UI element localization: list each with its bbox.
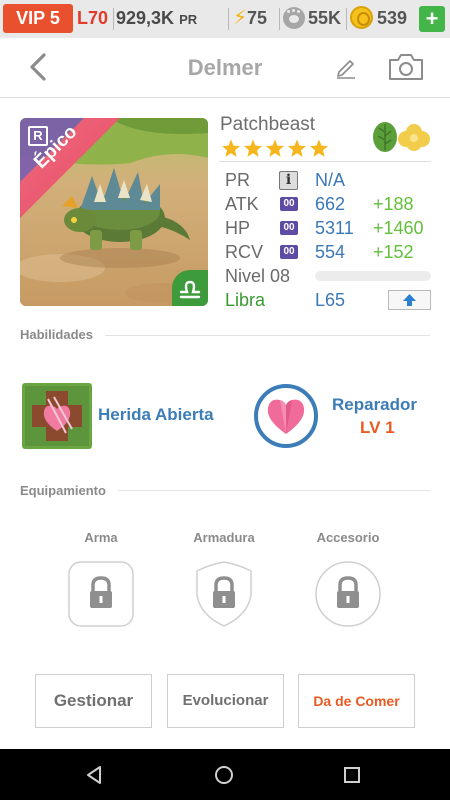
cloud-icon: [398, 124, 430, 151]
level-progress-bar: [315, 271, 431, 281]
armor-slot[interactable]: [191, 561, 257, 627]
equipment-section-title: Equipamiento: [20, 483, 106, 498]
leaf-icon: [373, 122, 397, 152]
page-header: Delmer: [0, 38, 450, 98]
coin-display[interactable]: 539: [350, 4, 407, 33]
paw-icon: [283, 7, 305, 29]
passive-skill-name[interactable]: Reparador: [332, 395, 417, 415]
creature-species: Patchbeast: [220, 114, 316, 135]
zodiac-label: Libra: [225, 290, 266, 310]
feed-button[interactable]: Da de Comer: [298, 674, 415, 728]
divider: [279, 8, 280, 30]
stat-pr-label: PR: [225, 170, 251, 190]
energy-value: 75: [247, 8, 268, 28]
back-triangle-icon[interactable]: [84, 764, 106, 786]
passive-skill-icon[interactable]: [254, 384, 318, 448]
creature-portrait[interactable]: R Épico: [20, 118, 208, 306]
evolve-button[interactable]: Evolucionar: [167, 674, 284, 728]
star-icon: [288, 139, 306, 157]
heart-icon: [267, 399, 305, 434]
active-skill-name[interactable]: Herida Abierta: [98, 405, 214, 425]
divider: [228, 8, 229, 30]
wound-icon: [22, 383, 92, 449]
rarity-badge-label: R: [33, 128, 43, 143]
libra-icon: [172, 270, 208, 306]
passive-skill-level: LV 1: [360, 418, 395, 437]
player-level: L70: [77, 8, 109, 28]
coin-value: 539: [377, 8, 408, 28]
food-display[interactable]: 55K: [283, 4, 341, 33]
zodiac-level: L65: [315, 290, 346, 310]
divider: [113, 8, 114, 30]
stat-atk-bonus: +188: [373, 194, 414, 214]
star-icon: [244, 139, 262, 157]
manage-button[interactable]: Gestionar: [35, 674, 152, 728]
energy-display[interactable]: ⚡75: [233, 4, 267, 33]
accessory-slot-label: Accesorio: [316, 530, 380, 545]
stat-pr-value: N/A: [315, 170, 346, 190]
star-icon: [310, 139, 328, 157]
divider: [104, 335, 430, 336]
stat-atk-value: 662: [315, 194, 346, 214]
level-label: Nivel 08: [225, 266, 291, 286]
weapon-slot[interactable]: [68, 561, 134, 627]
lightning-icon: ⚡: [233, 7, 248, 29]
home-circle-icon[interactable]: [213, 764, 235, 786]
element-icons: [373, 122, 430, 152]
chevron-left-icon[interactable]: [27, 52, 49, 82]
page-title[interactable]: Delmer: [0, 38, 450, 98]
divider: [219, 161, 431, 162]
active-skill-icon[interactable]: [22, 383, 92, 449]
divider: [117, 490, 430, 491]
stat-rcv-value: 554: [315, 242, 346, 262]
weapon-slot-label: Arma: [84, 530, 118, 545]
atk-rank-badge: 00: [280, 197, 298, 211]
stat-rcv-bonus: +152: [373, 242, 414, 262]
system-nav-bar: [0, 749, 450, 800]
stat-atk-label: ATK: [225, 194, 259, 214]
food-value: 55K: [308, 8, 342, 28]
libra-icon-glyph: [179, 280, 201, 299]
stat-hp-label: HP: [225, 218, 251, 238]
status-bar: VIP 5 L70 929,3K PR ⚡75 55K 539 +: [0, 0, 450, 38]
recents-square-icon[interactable]: [341, 764, 363, 786]
stat-rcv-label: RCV: [225, 242, 264, 262]
skills-section-title: Habilidades: [20, 327, 93, 342]
hp-rank-badge: 00: [280, 221, 298, 235]
star-rating: [222, 139, 328, 157]
accessory-slot[interactable]: [315, 561, 381, 627]
info-icon[interactable]: i: [279, 171, 298, 190]
power-unit: PR: [179, 12, 198, 27]
stat-hp-bonus: +1460: [373, 218, 424, 238]
rcv-rank-badge: 00: [280, 245, 298, 259]
power-display: 929,3K PR: [116, 4, 197, 33]
pencil-icon[interactable]: [335, 57, 357, 79]
star-icon: [266, 139, 284, 157]
divider: [346, 8, 347, 30]
star-icon: [222, 139, 240, 157]
add-coins-button[interactable]: +: [419, 6, 445, 32]
vip-badge[interactable]: VIP 5: [3, 4, 73, 33]
power-value: 929,3K: [116, 8, 175, 28]
coin-icon: [350, 6, 373, 29]
stat-hp-value: 5311: [315, 218, 354, 238]
armor-slot-label: Armadura: [193, 530, 255, 545]
arrow-up-icon: [403, 294, 416, 306]
camera-icon[interactable]: [387, 52, 425, 82]
level-up-button[interactable]: [388, 290, 431, 310]
